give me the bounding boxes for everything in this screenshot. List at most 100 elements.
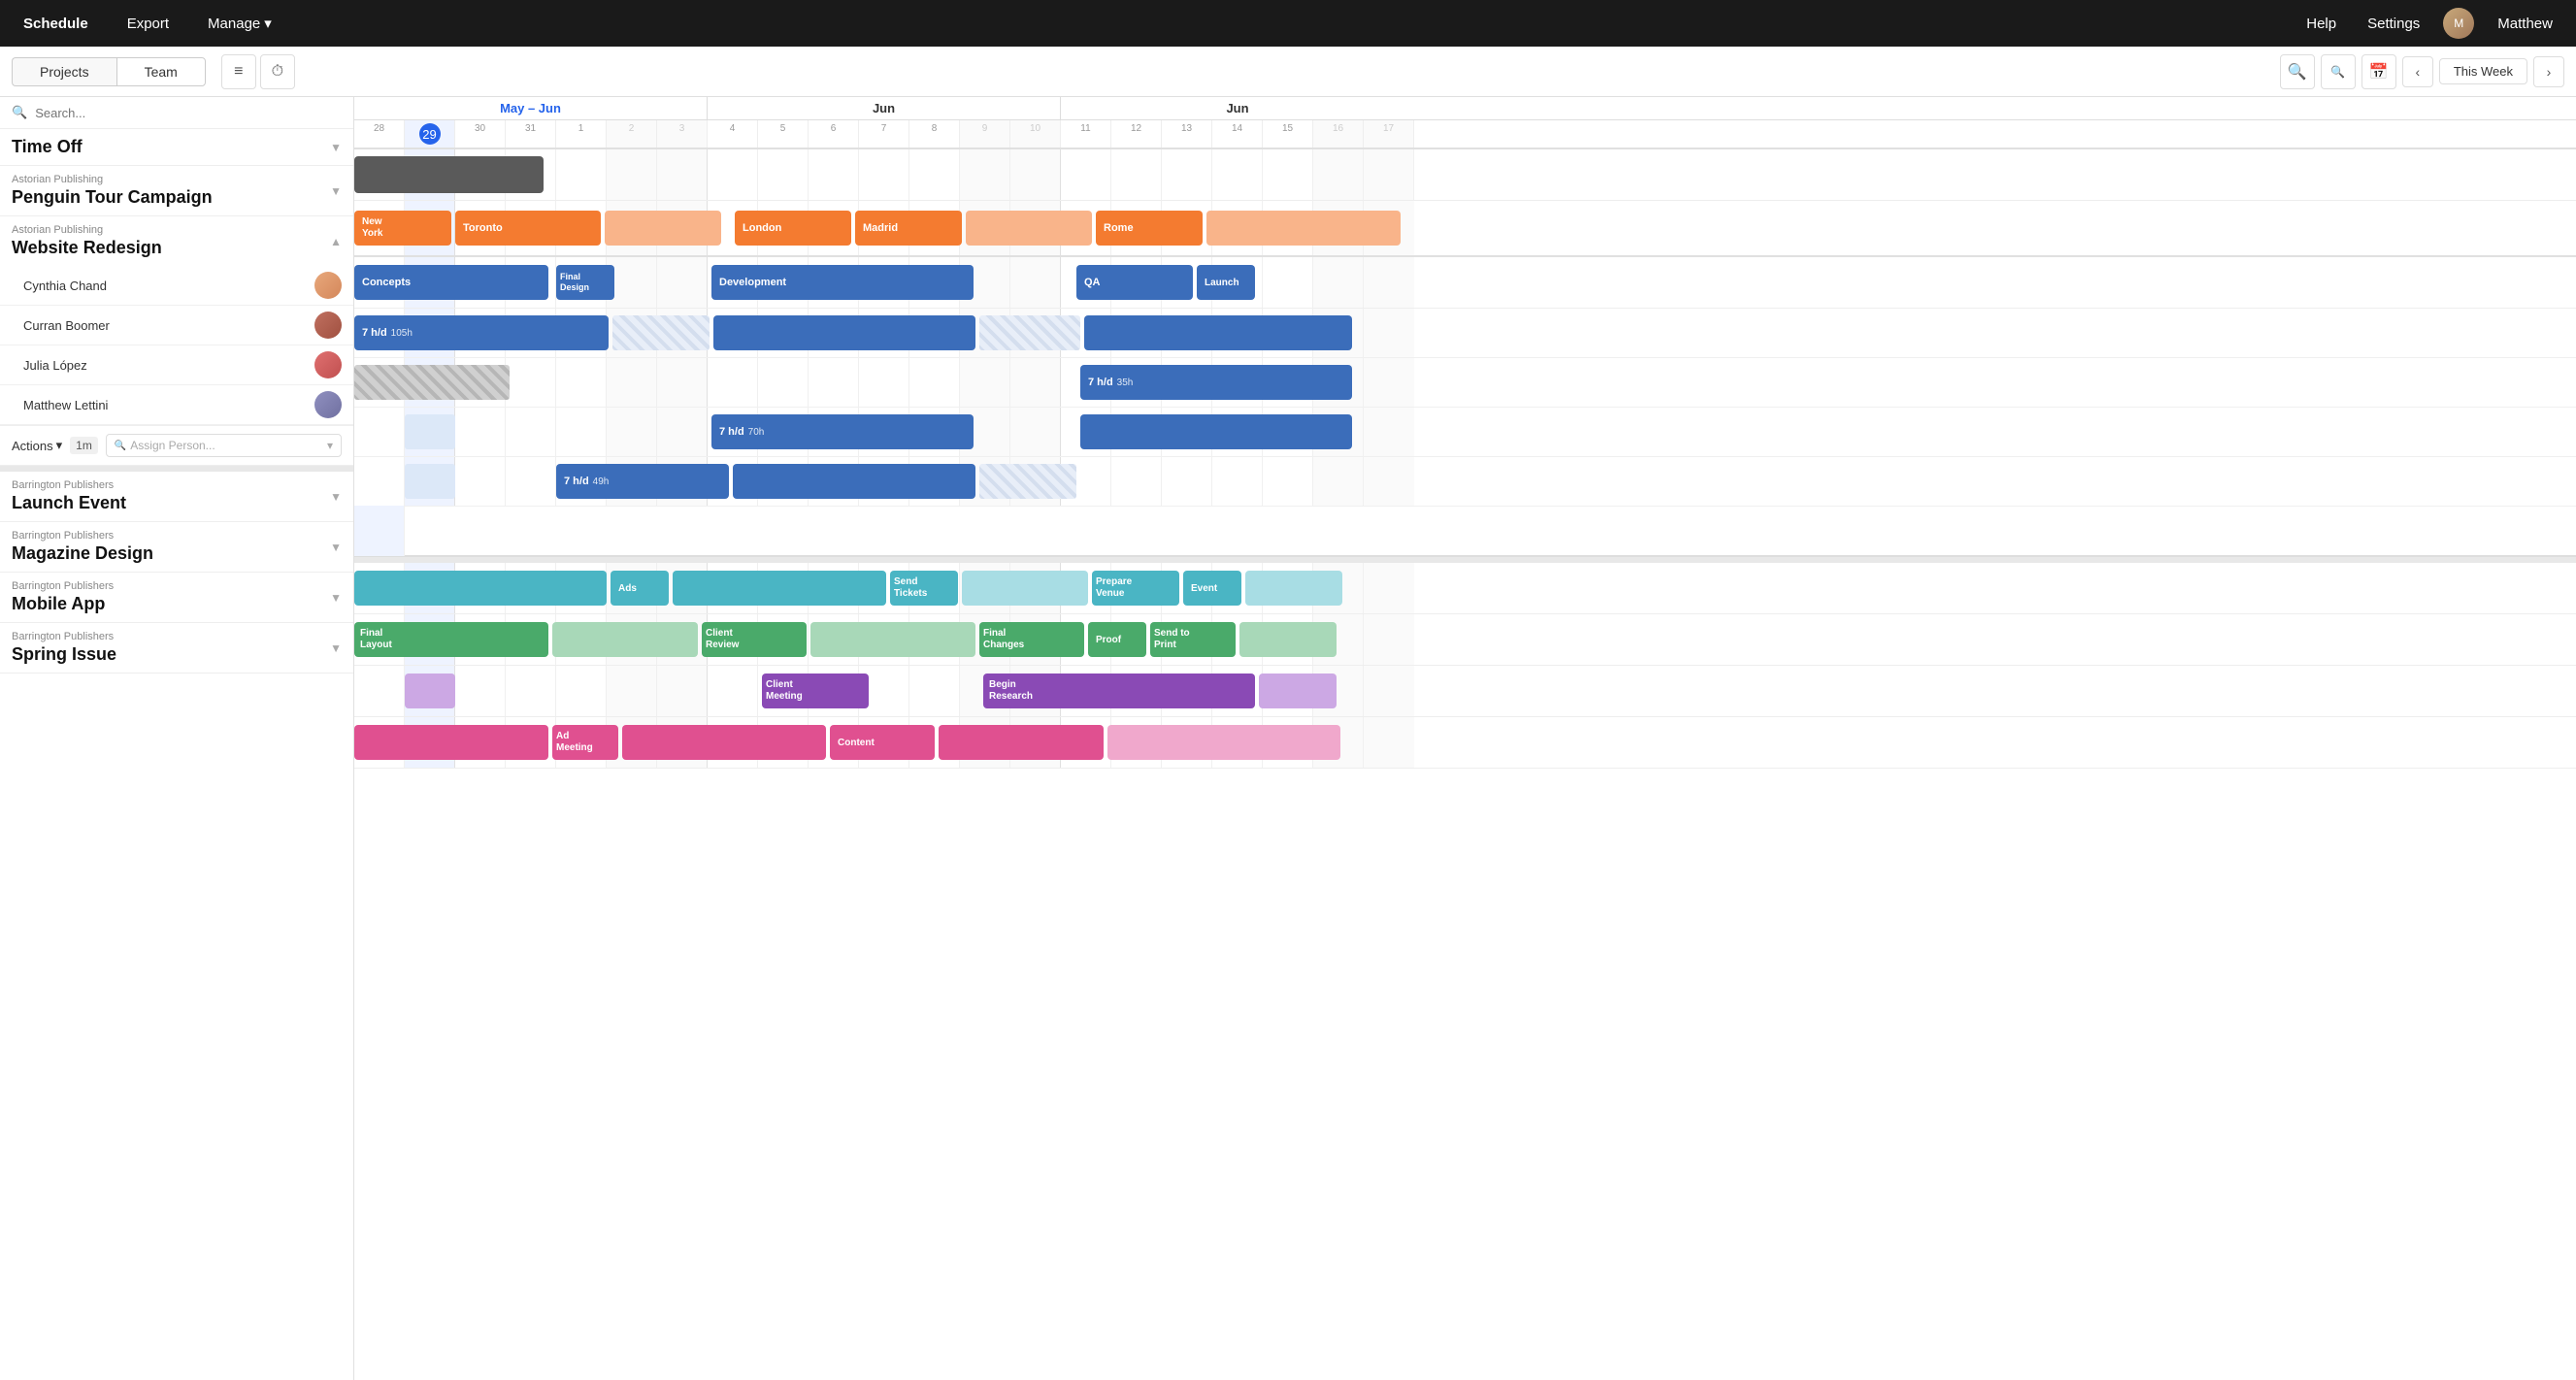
event-launch-light	[962, 571, 1088, 606]
event-spring-end[interactable]	[939, 725, 1104, 760]
cal-day-15[interactable]: 15	[1263, 120, 1313, 148]
person-name-curran: Curran Boomer	[23, 318, 110, 333]
event-cynthia-dev[interactable]	[713, 315, 975, 350]
event-julia-dev[interactable]: 7 h/d 70h	[711, 414, 974, 449]
collapse-icon[interactable]: ≡	[221, 54, 256, 89]
julia-light-fill	[405, 414, 455, 449]
event-cynthia-end[interactable]	[1084, 315, 1352, 350]
event-filler1	[605, 211, 721, 246]
event-ads[interactable]: Ads	[611, 571, 669, 606]
event-client-review[interactable]: ClientReview	[702, 622, 807, 657]
section-website-redesign[interactable]: Astorian Publishing Website Redesign ▲	[0, 216, 353, 266]
main-layout: 🔍 Time Off ▼ Astorian Publishing Penguin…	[0, 97, 2576, 1380]
zoom-out-icon[interactable]: 🔍	[2321, 54, 2356, 89]
prev-week-button[interactable]: ‹	[2402, 56, 2433, 87]
cal-day-12[interactable]: 12	[1111, 120, 1162, 148]
event-qa[interactable]: QA	[1076, 265, 1193, 300]
event-send-print[interactable]: Send toPrint	[1150, 622, 1236, 657]
cal-day-1[interactable]: 1	[556, 120, 607, 148]
event-client-meeting[interactable]: ClientMeeting	[762, 674, 869, 708]
clock-icon[interactable]: ⏱	[260, 54, 295, 89]
section-spring-issue[interactable]: Barrington Publishers Spring Issue ▼	[0, 623, 353, 674]
cal-day-10[interactable]: 10	[1010, 120, 1061, 148]
event-rome[interactable]: Rome	[1096, 211, 1203, 246]
assign-placeholder: Assign Person...	[130, 439, 215, 452]
cal-day-11[interactable]: 11	[1061, 120, 1111, 148]
event-ad-meeting[interactable]: AdMeeting	[552, 725, 618, 760]
event-final-design[interactable]: FinalDesign	[556, 265, 614, 300]
person-row-matthew: Matthew Lettini	[0, 385, 353, 425]
event-label-toronto: Toronto	[463, 222, 503, 234]
event-cynthia-main[interactable]: 7 h/d 105h	[354, 315, 609, 350]
section-mobile-app[interactable]: Barrington Publishers Mobile App ▼	[0, 573, 353, 623]
person-name-cynthia: Cynthia Chand	[23, 279, 107, 293]
event-content[interactable]: Content	[830, 725, 935, 760]
event-matthew-dev[interactable]	[733, 464, 975, 499]
cal-day-9[interactable]: 9	[960, 120, 1010, 148]
next-week-button[interactable]: ›	[2533, 56, 2564, 87]
event-launch-base[interactable]	[354, 571, 607, 606]
cal-day-8[interactable]: 8	[909, 120, 960, 148]
cal-day-6[interactable]: 6	[809, 120, 859, 148]
cal-day-29-today[interactable]: 29	[405, 120, 455, 148]
event-prepare-venue[interactable]: PrepareVenue	[1092, 571, 1179, 606]
event-begin-research[interactable]: BeginResearch	[983, 674, 1255, 708]
cal-day-5[interactable]: 5	[758, 120, 809, 148]
this-week-button[interactable]: This Week	[2439, 58, 2527, 84]
event-time-off-bar[interactable]	[354, 156, 544, 193]
event-concepts[interactable]: Concepts	[354, 265, 548, 300]
cal-day-3[interactable]: 3	[657, 120, 708, 148]
event-julia-end[interactable]	[1080, 414, 1352, 449]
cal-day-14[interactable]: 14	[1212, 120, 1263, 148]
cal-day-31[interactable]: 31	[506, 120, 556, 148]
nav-schedule[interactable]: Schedule	[16, 12, 96, 36]
event-toronto[interactable]: Toronto	[455, 211, 601, 246]
event-final-layout[interactable]: FinalLayout	[354, 622, 548, 657]
event-development[interactable]: Development	[711, 265, 974, 300]
mobile-app-chevron-icon: ▼	[330, 591, 342, 605]
event-final-changes[interactable]: FinalChanges	[979, 622, 1084, 657]
nav-export[interactable]: Export	[119, 12, 177, 36]
cal-day-30[interactable]: 30	[455, 120, 506, 148]
event-proof[interactable]: Proof	[1088, 622, 1146, 657]
cal-day-28[interactable]: 28	[354, 120, 405, 148]
cal-day-2[interactable]: 2	[607, 120, 657, 148]
assign-person-select[interactable]: 🔍 Assign Person... ▾	[106, 434, 342, 457]
tab-team[interactable]: Team	[116, 57, 206, 86]
nav-user[interactable]: Matthew	[2490, 12, 2560, 36]
search-input[interactable]	[35, 106, 342, 120]
avatar-cynthia	[314, 272, 342, 299]
cal-row-mobile-app: ClientMeeting BeginResearch	[354, 666, 2576, 717]
event-spring-base[interactable]	[354, 725, 548, 760]
event-curran-end[interactable]: 7 h/d 35h	[1080, 365, 1352, 400]
nav-settings[interactable]: Settings	[2360, 12, 2427, 36]
julia-hours: 7 h/d	[719, 426, 744, 438]
penguin-tour-title: Penguin Tour Campaign	[12, 187, 213, 208]
event-london[interactable]: London	[735, 211, 851, 246]
nav-help[interactable]: Help	[2298, 12, 2344, 36]
section-magazine-design[interactable]: Barrington Publishers Magazine Design ▼	[0, 522, 353, 573]
avatar[interactable]: M	[2443, 8, 2474, 39]
event-new-york[interactable]: NewYork	[354, 211, 451, 246]
cal-day-16[interactable]: 16	[1313, 120, 1364, 148]
zoom-in-icon[interactable]: 🔍	[2280, 54, 2315, 89]
event-spring-mid[interactable]	[622, 725, 826, 760]
event-event[interactable]: Event	[1183, 571, 1241, 606]
section-penguin-tour[interactable]: Astorian Publishing Penguin Tour Campaig…	[0, 166, 353, 216]
cal-day-4[interactable]: 4	[708, 120, 758, 148]
cal-day-17[interactable]: 17	[1364, 120, 1414, 148]
mobile-app-title: Mobile App	[12, 594, 114, 614]
event-matthew-main[interactable]: 7 h/d 49h	[556, 464, 729, 499]
section-time-off[interactable]: Time Off ▼	[0, 129, 353, 166]
tab-projects[interactable]: Projects	[12, 57, 116, 86]
cal-day-7[interactable]: 7	[859, 120, 909, 148]
nav-manage[interactable]: Manage ▾	[200, 11, 280, 36]
cal-day-13[interactable]: 13	[1162, 120, 1212, 148]
event-send-tickets[interactable]: SendTickets	[890, 571, 958, 606]
event-launch[interactable]: Launch	[1197, 265, 1255, 300]
actions-button[interactable]: Actions ▾	[12, 438, 62, 453]
event-madrid[interactable]: Madrid	[855, 211, 962, 246]
calendar-icon[interactable]: 📅	[2361, 54, 2396, 89]
event-launch-mid[interactable]	[673, 571, 886, 606]
section-launch-event[interactable]: Barrington Publishers Launch Event ▼	[0, 472, 353, 522]
